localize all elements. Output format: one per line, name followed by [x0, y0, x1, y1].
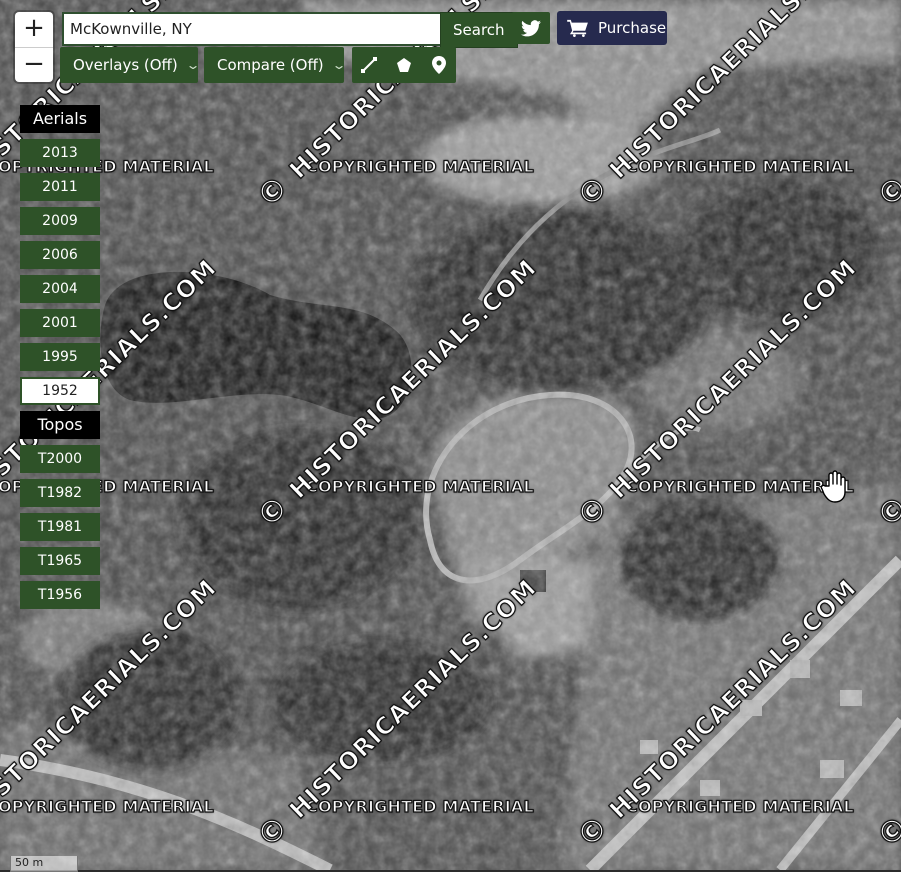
compare-dropdown[interactable]: Compare (Off) ⌄ [204, 47, 347, 83]
topo-t2000[interactable]: T2000 [20, 445, 100, 473]
year-1952[interactable]: 1952 [20, 377, 100, 405]
year-2004[interactable]: 2004 [20, 275, 100, 303]
zoom-out-button[interactable]: − [15, 47, 53, 83]
year-1995[interactable]: 1995 [20, 343, 100, 371]
topos-header: Topos [20, 411, 100, 439]
aerial-map[interactable]: COPYRIGHTED MATERIAL COPYRIGHTED MATERIA… [0, 0, 901, 870]
cart-icon [567, 19, 588, 37]
purchase-label: Purchase [598, 19, 667, 37]
year-panel: Aerials 2013 2011 2009 2006 2004 2001 19… [20, 105, 100, 609]
chevron-down-icon: ⌄ [185, 58, 201, 72]
zoom-in-button[interactable]: + [15, 12, 53, 47]
aerials-header: Aerials [20, 105, 100, 133]
search-bar: Search [62, 12, 518, 48]
overlays-dropdown[interactable]: Overlays (Off) ⌄ [60, 47, 201, 83]
topo-t1982[interactable]: T1982 [20, 479, 100, 507]
search-button[interactable]: Search [440, 12, 518, 48]
twitter-icon [521, 19, 541, 36]
year-2001[interactable]: 2001 [20, 309, 100, 337]
topo-t1965[interactable]: T1965 [20, 547, 100, 575]
drawing-tools [352, 47, 456, 83]
overlays-label: Overlays (Off) [73, 56, 178, 74]
year-2006[interactable]: 2006 [20, 241, 100, 269]
year-2013[interactable]: 2013 [20, 139, 100, 167]
ruler-icon[interactable] [355, 51, 383, 79]
map-imagery [0, 0, 901, 870]
topo-t1956[interactable]: T1956 [20, 581, 100, 609]
year-2009[interactable]: 2009 [20, 207, 100, 235]
zoom-control: + − [15, 12, 53, 82]
year-2011[interactable]: 2011 [20, 173, 100, 201]
chevron-down-icon: ⌄ [331, 58, 347, 72]
map-marker-icon[interactable] [425, 51, 453, 79]
hand-cursor-icon [820, 470, 846, 503]
polygon-icon[interactable] [390, 51, 418, 79]
compare-label: Compare (Off) [217, 56, 324, 74]
topo-t1981[interactable]: T1981 [20, 513, 100, 541]
twitter-button[interactable] [512, 12, 550, 44]
purchase-button[interactable]: Purchase [557, 11, 667, 45]
search-input[interactable] [62, 12, 440, 46]
